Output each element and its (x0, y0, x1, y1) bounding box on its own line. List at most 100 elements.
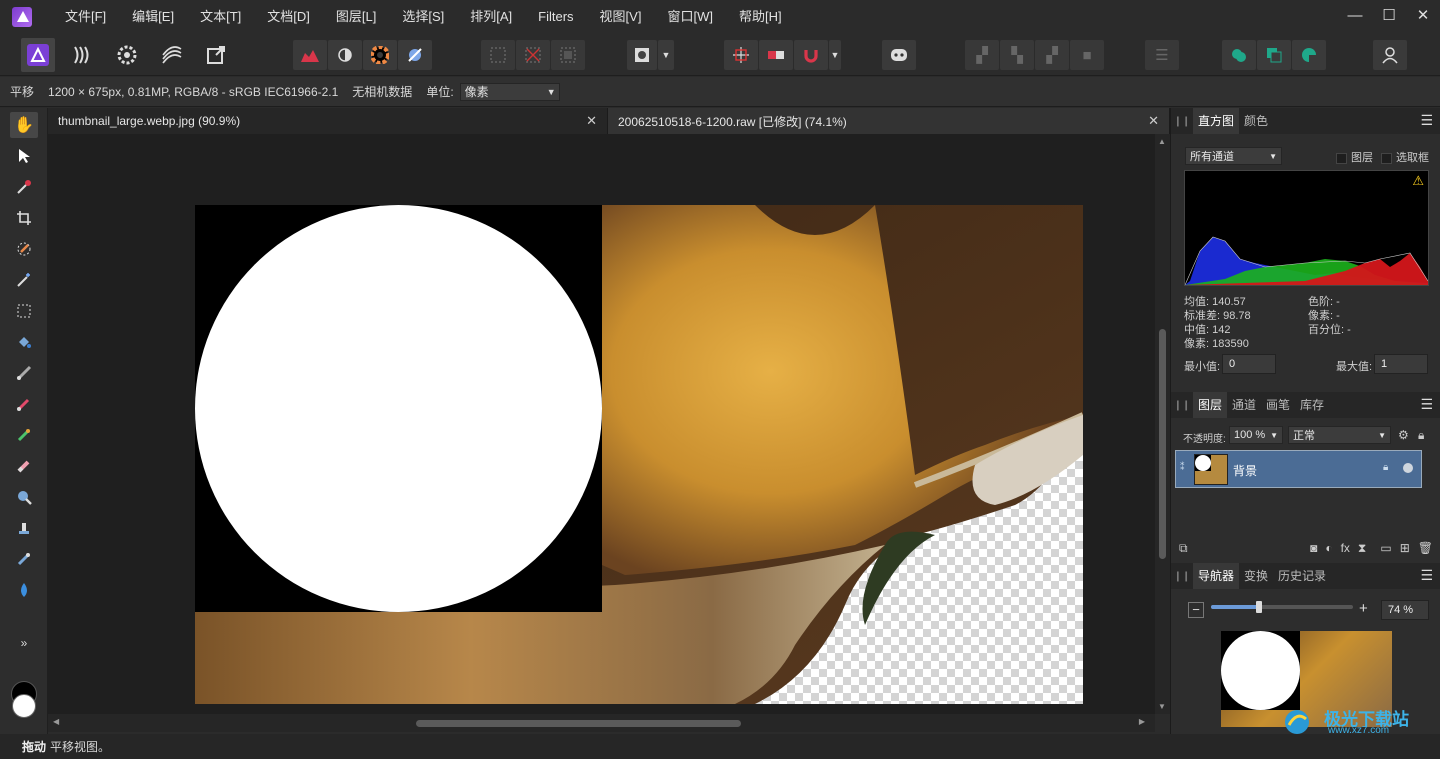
assistant-toggle-button[interactable] (759, 40, 793, 70)
menu-select[interactable]: 选择[S] (389, 0, 457, 34)
scroll-up-icon[interactable]: ▲ (1158, 137, 1166, 146)
menu-document[interactable]: 文档[D] (254, 0, 323, 34)
vertical-scroll-thumb[interactable] (1159, 329, 1166, 559)
snap-options-dropdown[interactable]: ▼ (829, 40, 841, 70)
canvas-area[interactable] (48, 134, 1155, 714)
layer-expand-icon[interactable]: ⁑ (1180, 462, 1185, 473)
tab-raw-document[interactable]: 20062510518-6-1200.raw [已修改] (74.1%) ✕ (608, 108, 1170, 134)
delete-layer-icon[interactable]: 🗑︎ (1418, 541, 1433, 556)
color-replace-tool[interactable] (10, 422, 38, 448)
selection-brush-tool[interactable] (10, 236, 38, 262)
panel-grip-icon[interactable]: ❙❙ (1171, 400, 1193, 411)
layer-row-background[interactable]: ⁑ 背景 🔒︎ (1175, 450, 1422, 488)
boolean-subtract-button[interactable] (1257, 40, 1291, 70)
auto-colors-button[interactable] (363, 40, 397, 70)
menu-help[interactable]: 帮助[H] (726, 0, 795, 34)
flood-select-tool[interactable] (10, 267, 38, 293)
quick-mask-button[interactable] (627, 40, 657, 70)
tab-histogram[interactable]: 直方图 (1193, 108, 1240, 134)
horizontal-scroll-thumb[interactable] (416, 720, 741, 727)
crop-tool[interactable] (10, 205, 38, 231)
tab-channels[interactable]: 通道 (1227, 392, 1261, 418)
opacity-select[interactable]: 100 % ▼ (1229, 426, 1283, 444)
menu-window[interactable]: 窗口[W] (654, 0, 726, 34)
panel-menu-icon[interactable]: ☰ (1420, 112, 1433, 129)
close-icon[interactable]: ✕ (1148, 113, 1159, 129)
tab-stock[interactable]: 库存 (1295, 392, 1329, 418)
zoom-out-button[interactable]: − (1188, 602, 1204, 618)
channel-select[interactable]: 所有通道 ▼ (1185, 147, 1282, 165)
color-picker-tool[interactable] (10, 174, 38, 200)
auto-white-balance-button[interactable] (398, 40, 432, 70)
selection-checkbox[interactable]: 选取框 (1381, 149, 1429, 165)
mask-layer-icon[interactable]: ◙ (1310, 541, 1317, 556)
panel-grip-icon[interactable]: ❙❙ (1171, 116, 1193, 127)
account-button[interactable] (1373, 40, 1407, 70)
quick-mask-dropdown[interactable]: ▼ (658, 40, 674, 70)
photo-persona-button[interactable] (21, 38, 55, 72)
snapping-button[interactable] (724, 40, 758, 70)
move-to-front-button[interactable]: ■ (1070, 40, 1104, 70)
menu-view[interactable]: 视图[V] (587, 0, 655, 34)
document-image[interactable] (195, 205, 1083, 704)
tab-color[interactable]: 颜色 (1239, 108, 1273, 134)
deselect-button[interactable] (516, 40, 550, 70)
zoom-slider-handle[interactable] (1256, 601, 1263, 613)
group-folder-icon[interactable]: ▭ (1380, 541, 1391, 556)
align-button[interactable]: ☰ (1145, 40, 1179, 70)
move-tool[interactable] (10, 143, 38, 169)
add-pixel-layer-icon[interactable]: ⊞ (1400, 541, 1410, 556)
paint-brush-tool[interactable] (10, 391, 38, 417)
erase-brush-tool[interactable] (10, 453, 38, 479)
layer-settings-icon[interactable]: ⧉ (1179, 541, 1188, 556)
marquee-tool[interactable] (10, 298, 38, 324)
invert-selection-button[interactable] (551, 40, 585, 70)
auto-contrast-button[interactable] (328, 40, 362, 70)
maximize-button[interactable]: ☐ (1372, 0, 1406, 34)
blur-brush-tool[interactable] (10, 577, 38, 603)
close-window-button[interactable]: ✕ (1406, 0, 1440, 34)
zoom-value-field[interactable]: 74 % (1381, 600, 1429, 620)
layer-checkbox[interactable]: 图层 (1336, 149, 1373, 165)
magnet-snap-button[interactable] (794, 40, 828, 70)
fx-icon[interactable]: fx (1341, 541, 1350, 556)
scroll-left-icon[interactable]: ◀ (53, 717, 59, 726)
tab-history[interactable]: 历史记录 (1273, 563, 1331, 589)
close-icon[interactable]: ✕ (586, 113, 597, 129)
liquify-persona-button[interactable] (66, 38, 100, 72)
boolean-intersect-button[interactable] (1292, 40, 1326, 70)
panel-grip-icon[interactable]: ❙❙ (1171, 571, 1193, 582)
layer-lock-icon[interactable]: 🔒︎ (1383, 462, 1388, 473)
menu-file[interactable]: 文件[F] (52, 0, 119, 34)
zoom-in-button[interactable]: + (1359, 600, 1368, 617)
minimize-button[interactable]: — (1338, 0, 1372, 34)
tab-brushes[interactable]: 画笔 (1261, 392, 1295, 418)
max-value-field[interactable]: 1 (1374, 354, 1428, 374)
scroll-down-icon[interactable]: ▼ (1158, 702, 1166, 711)
lock-icon[interactable]: 🔒︎ (1418, 428, 1424, 443)
panel-menu-icon[interactable]: ☰ (1420, 567, 1433, 584)
move-to-back-button[interactable]: ▞ (965, 40, 999, 70)
tab-thumbnail-large[interactable]: thumbnail_large.webp.jpg (90.9%) ✕ (48, 108, 608, 134)
blend-mode-select[interactable]: 正常 ▼ (1288, 426, 1391, 444)
unit-select[interactable]: 像素 ▼ (459, 82, 560, 101)
gear-icon[interactable]: ⚙ (1398, 428, 1409, 442)
menu-filters[interactable]: Filters (525, 0, 586, 34)
adjustment-layer-icon[interactable]: ◐ (1325, 541, 1332, 556)
vertical-scrollbar[interactable]: ▲ ▼ (1155, 134, 1170, 714)
hand-tool[interactable]: ✋ (10, 112, 38, 138)
export-persona-button[interactable] (199, 38, 233, 72)
live-filter-icon[interactable]: ⧗ (1358, 541, 1366, 556)
tone-mapping-persona-button[interactable] (155, 38, 189, 72)
zoom-tool[interactable] (10, 484, 38, 510)
boolean-add-button[interactable] (1222, 40, 1256, 70)
clone-tool[interactable] (10, 515, 38, 541)
layer-visibility-icon[interactable] (1403, 463, 1413, 473)
move-forward-one-button[interactable]: ▞ (1035, 40, 1069, 70)
flood-fill-tool[interactable] (10, 329, 38, 355)
assistant-button[interactable] (882, 40, 916, 70)
tab-navigator[interactable]: 导航器 (1193, 563, 1240, 589)
menu-layer[interactable]: 图层[L] (323, 0, 389, 34)
min-value-field[interactable]: 0 (1222, 354, 1276, 374)
move-back-one-button[interactable]: ▚ (1000, 40, 1034, 70)
